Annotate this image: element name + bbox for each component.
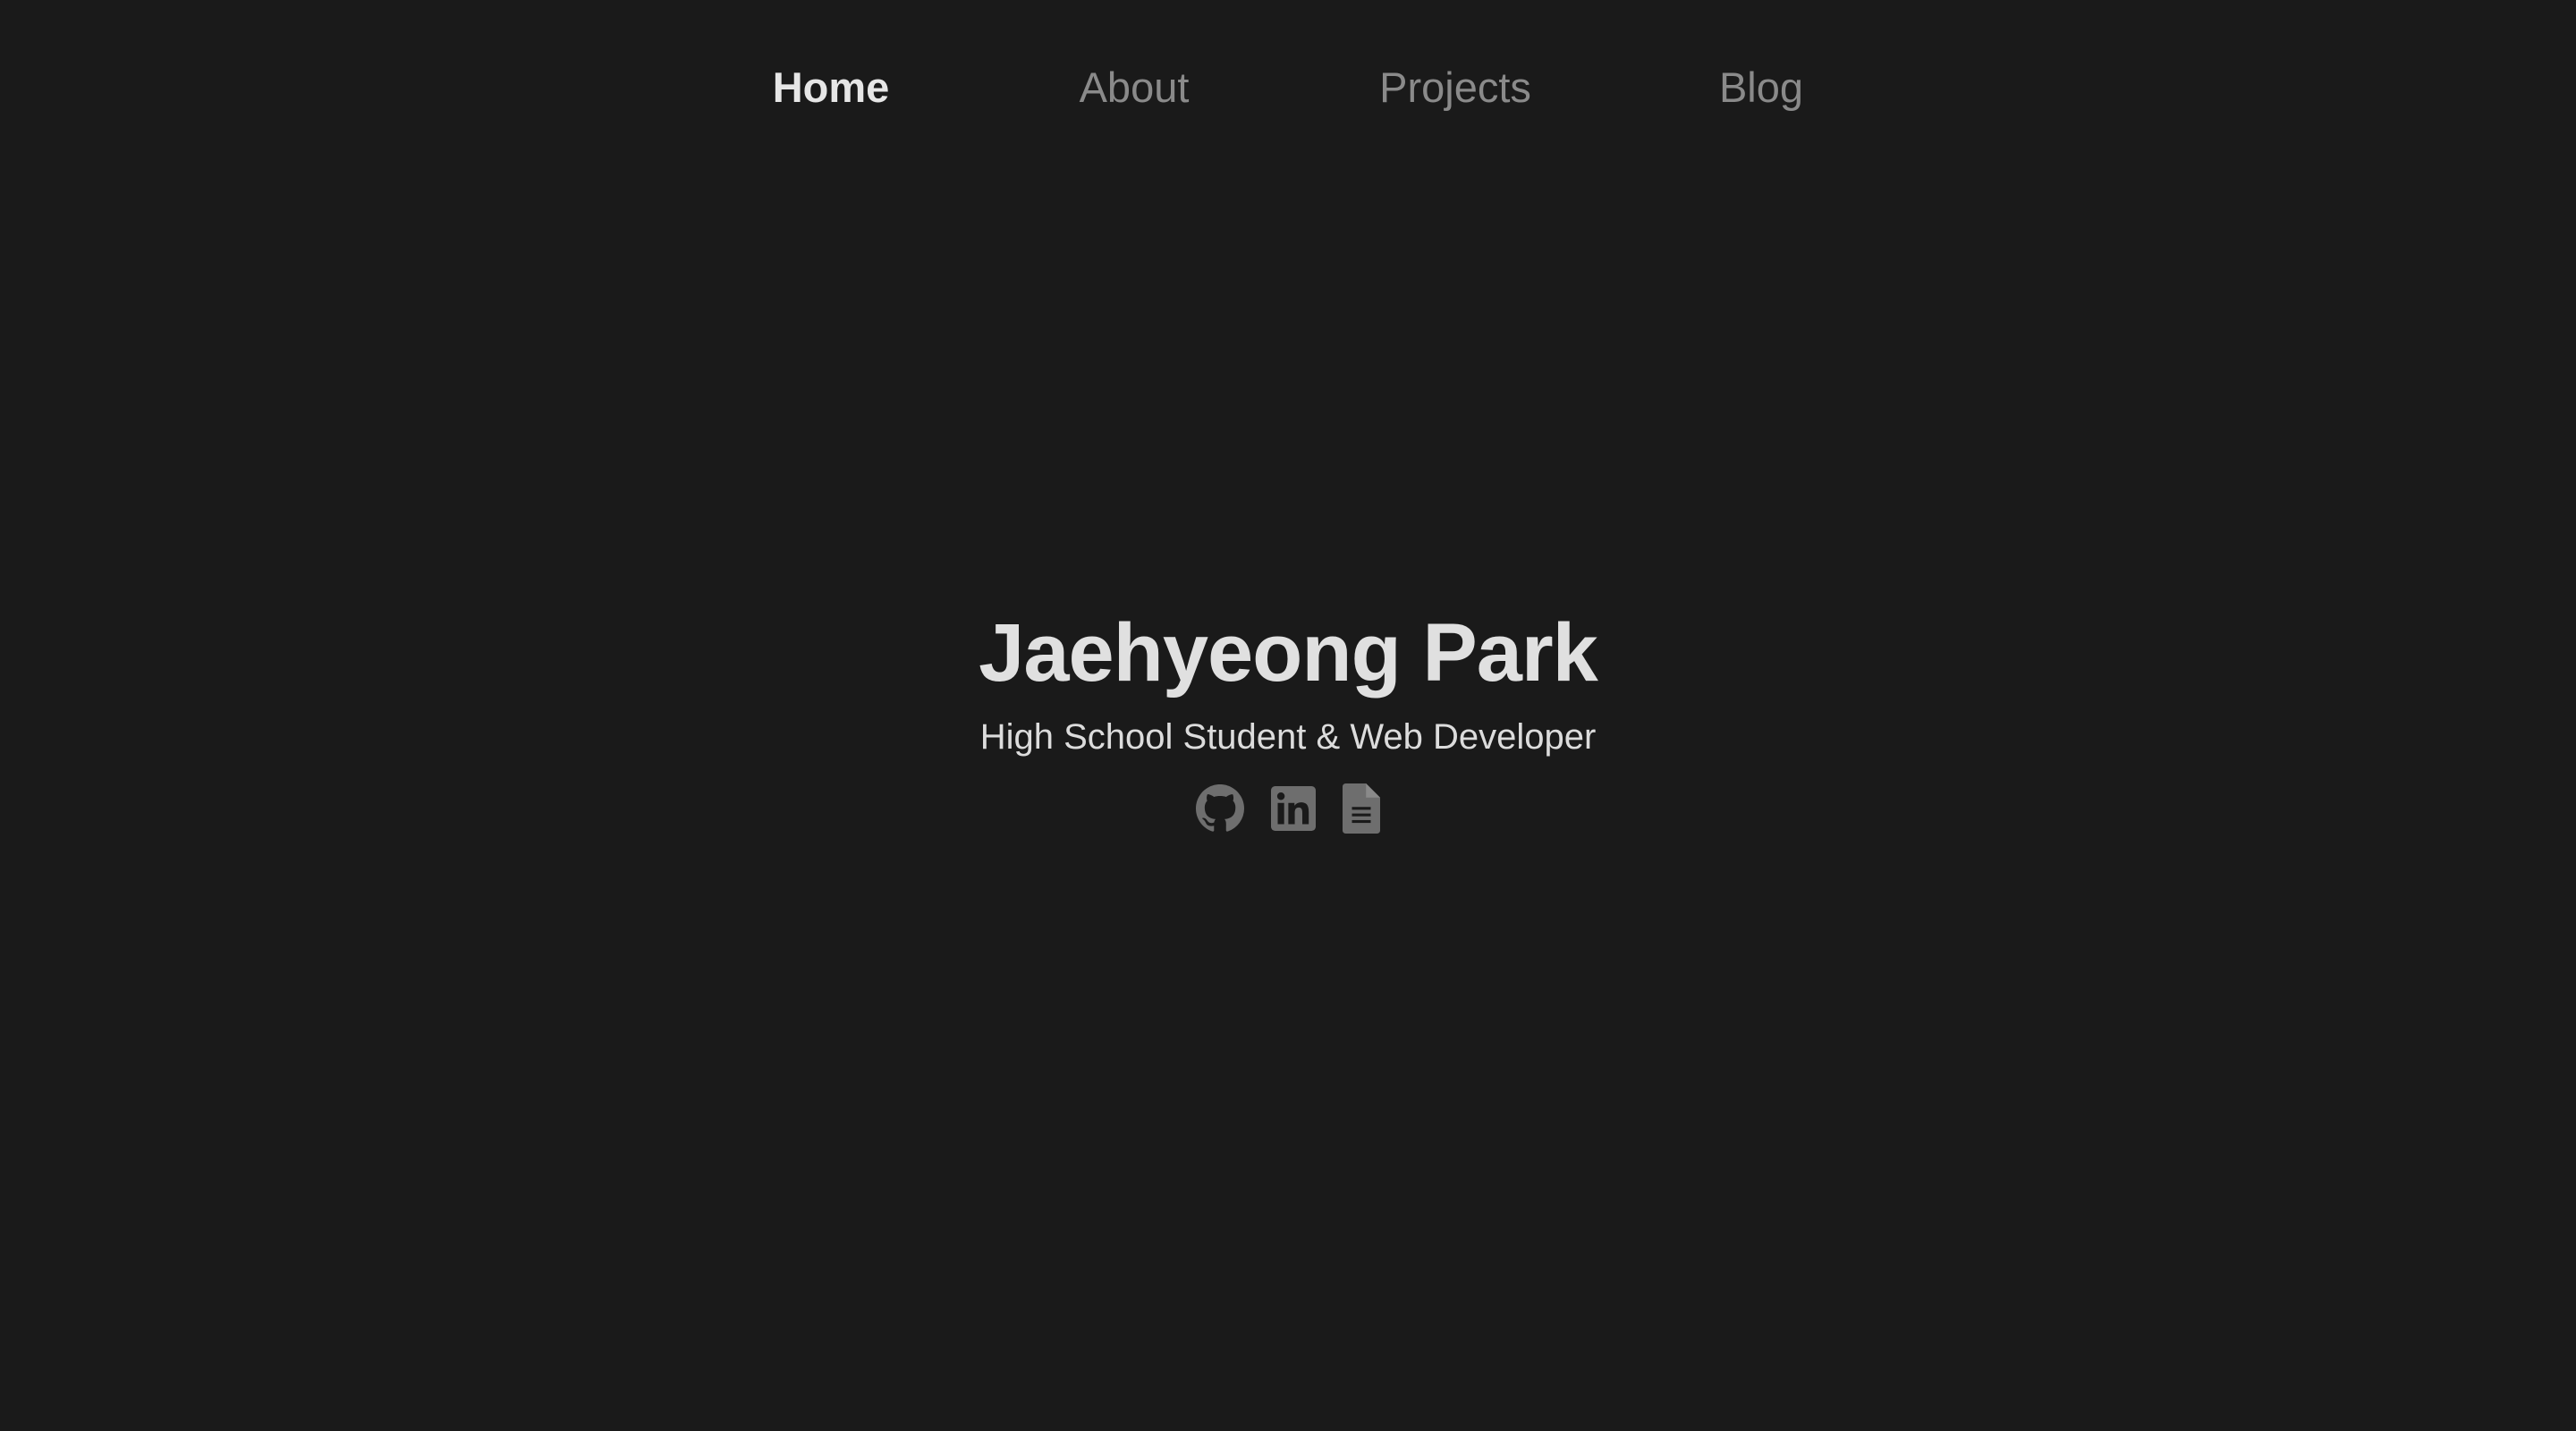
tagline: High School Student & Web Developer — [979, 717, 1597, 757]
github-link[interactable] — [1196, 784, 1244, 833]
hero-section: Jaehyeong Park High School Student & Web… — [0, 599, 2576, 835]
linkedin-link[interactable] — [1271, 786, 1316, 831]
document-icon — [1343, 783, 1380, 834]
top-nav: Home About Projects Blog — [0, 52, 2576, 123]
nav-blog-link[interactable]: Blog — [1719, 52, 1803, 123]
page-title: Jaehyeong Park — [979, 607, 1598, 699]
resume-link[interactable] — [1343, 783, 1380, 834]
page: Home About Projects Blog Jaehyeong Park … — [0, 0, 2576, 1431]
nav-about-link[interactable]: About — [1080, 52, 1190, 123]
linkedin-icon — [1271, 786, 1316, 831]
nav-projects-link[interactable]: Projects — [1379, 52, 1531, 123]
github-icon — [1196, 784, 1244, 832]
nav-home-link[interactable]: Home — [773, 52, 890, 123]
social-links — [0, 782, 2576, 835]
